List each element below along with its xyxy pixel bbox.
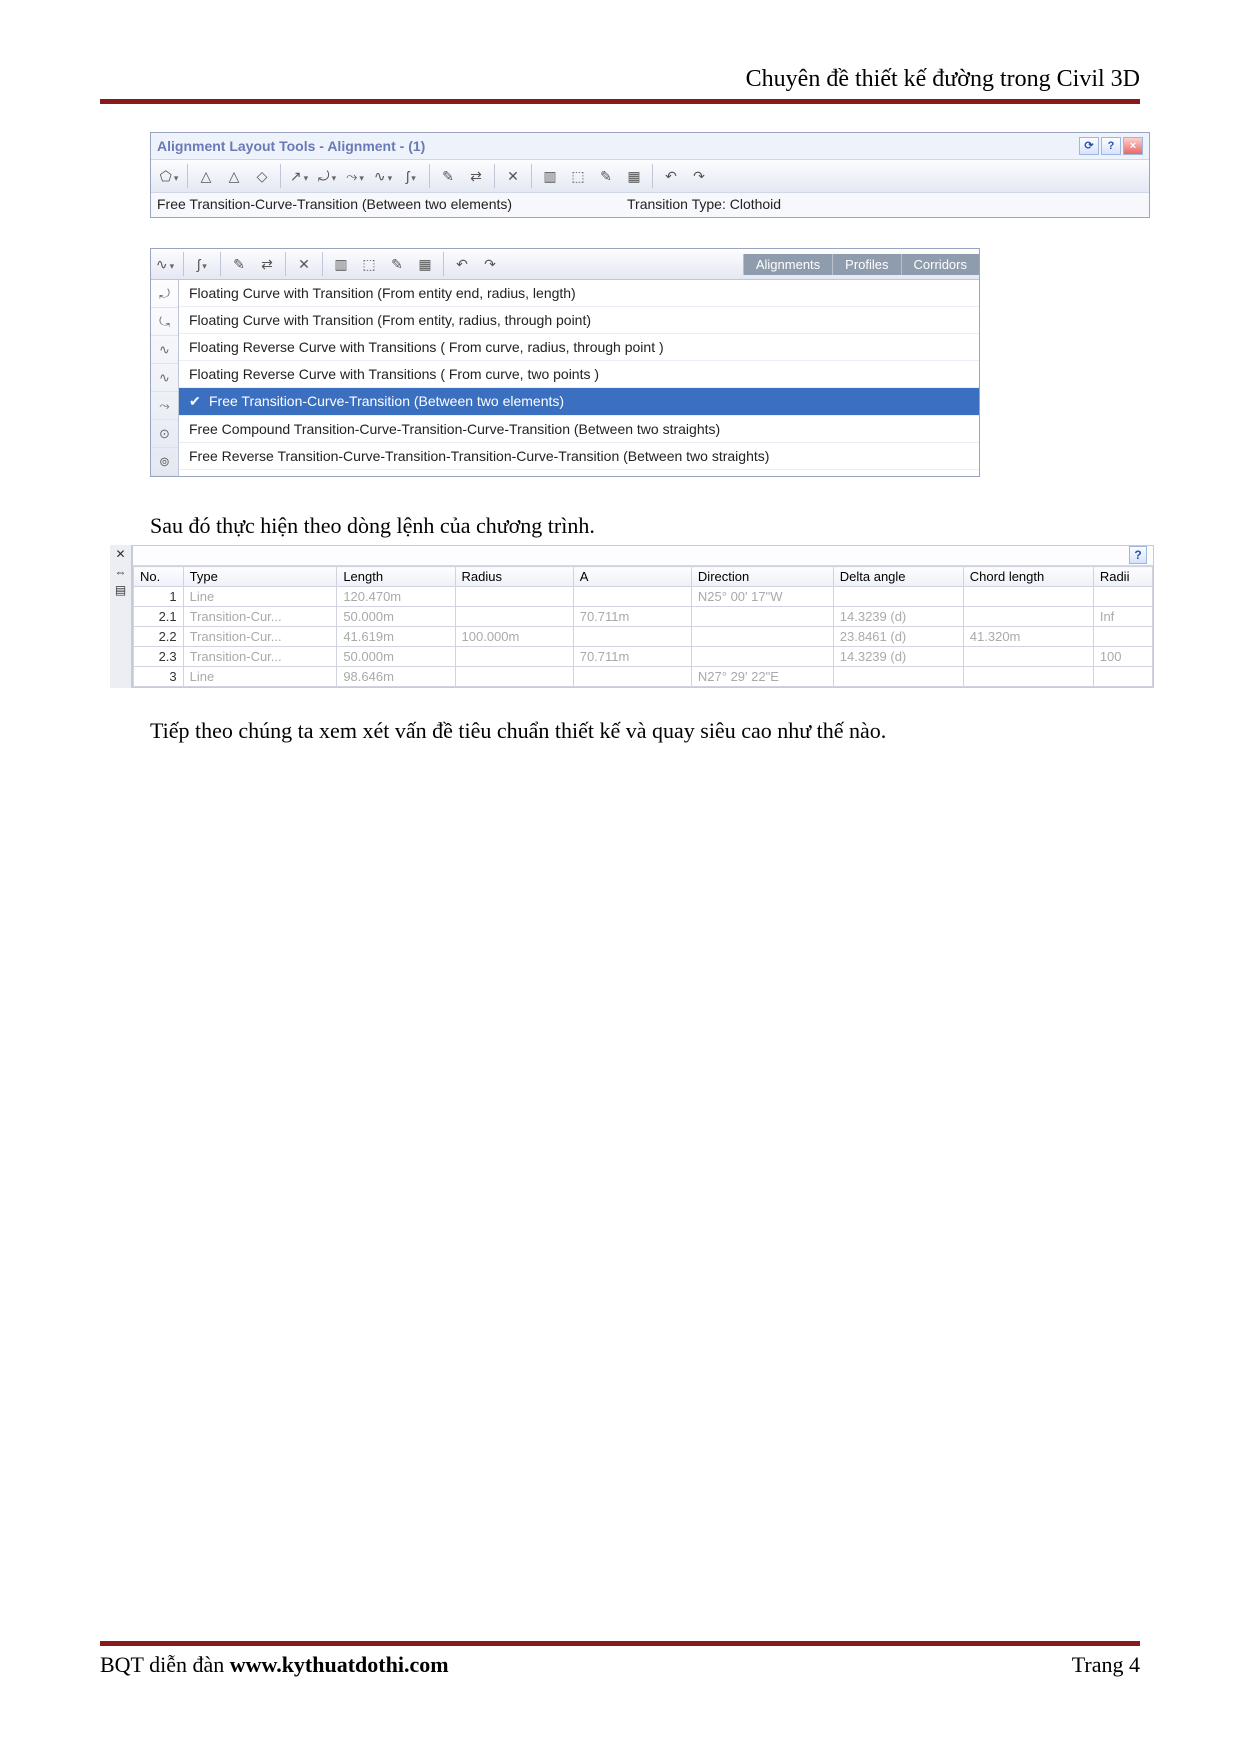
dropdown-item-label: Floating Reverse Curve with Transitions … <box>189 366 599 382</box>
body-text-2: Tiếp theo chúng ta xem xét vấn đề tiêu c… <box>150 718 1140 744</box>
table-header[interactable]: Radii <box>1093 567 1152 587</box>
table-header[interactable]: Type <box>183 567 337 587</box>
alignment-grid: ✕ ⇔ ▤ ? No.TypeLengthRadiusADirectionDel… <box>110 545 1154 688</box>
footer-link[interactable]: www.kythuatdothi.com <box>230 1652 449 1677</box>
dropdown-item-label: Floating Curve with Transition (From ent… <box>189 285 576 301</box>
dropdown-item-label: Free Compound Transition-Curve-Transitio… <box>189 421 720 437</box>
table-header[interactable]: A <box>573 567 691 587</box>
resize-icon[interactable]: ⇔ <box>115 565 127 579</box>
table-row[interactable]: 2.1Transition-Cur...50.000m70.711m14.323… <box>134 607 1153 627</box>
float-curve-through-icon: ⤿ <box>151 308 178 336</box>
undo-icon[interactable]: ↶ <box>659 164 683 188</box>
table-row[interactable]: 2.3Transition-Cur...50.000m70.711m14.323… <box>134 647 1153 667</box>
line-tool-icon[interactable]: ↗ <box>287 164 311 188</box>
dropdown-item-label: Floating Curve with Transition (From ent… <box>189 312 591 328</box>
conv-icon[interactable]: ⇄ <box>255 252 279 276</box>
tangent-icon[interactable]: △ <box>194 164 218 188</box>
tab-corridors[interactable]: Corridors <box>901 254 979 275</box>
data-table: No.TypeLengthRadiusADirectionDelta angle… <box>133 566 1153 687</box>
redo-icon[interactable]: ↷ <box>687 164 711 188</box>
refresh-icon[interactable]: ⟳ <box>1079 137 1099 155</box>
table-header[interactable]: Radius <box>455 567 573 587</box>
undo-icon[interactable]: ↶ <box>450 252 474 276</box>
align-tool-icon[interactable]: ⬠ <box>157 164 181 188</box>
select-icon[interactable]: ⬚ <box>566 164 590 188</box>
dropdown-item[interactable]: Floating Reverse Curve with Transitions … <box>179 334 979 361</box>
free-reverse-icon: ⊚ <box>151 448 178 476</box>
dropdown-item-label: Free Reverse Transition-Curve-Transition… <box>189 448 769 464</box>
tangent-del-icon[interactable]: △ <box>222 164 246 188</box>
dropdown-item-label: Free Transition-Curve-Transition (Betwee… <box>209 393 564 409</box>
edit-icon[interactable]: ✎ <box>594 164 618 188</box>
pi-icon[interactable]: ◇ <box>250 164 274 188</box>
spiral-arc-icon[interactable]: ⤳ <box>343 164 367 188</box>
dropdown-item-label: Floating Reverse Curve with Transitions … <box>189 339 664 355</box>
dropdown-item[interactable]: Floating Curve with Transition (From ent… <box>179 280 979 307</box>
panel-icon[interactable]: ▤ <box>115 583 126 597</box>
grid-icon[interactable]: ▥ <box>329 252 353 276</box>
table-header[interactable]: No. <box>134 567 184 587</box>
dropdown-item[interactable]: Floating Reverse Curve with Transitions … <box>179 361 979 388</box>
edit-icon[interactable]: ✎ <box>385 252 409 276</box>
status-right: Transition Type: Clothoid <box>627 196 1143 212</box>
free-compound-icon: ⊙ <box>151 420 178 448</box>
panorama-icon[interactable]: ▦ <box>622 164 646 188</box>
help-icon[interactable]: ? <box>1129 546 1147 564</box>
dropdown-list: Floating Curve with Transition (From ent… <box>179 280 979 476</box>
rev-curve-icon[interactable]: ∿ <box>371 164 395 188</box>
redo-icon[interactable]: ↷ <box>478 252 502 276</box>
table-header[interactable]: Direction <box>691 567 833 587</box>
footer-left: BQT diễn đàn www.kythuatdothi.com <box>100 1652 449 1678</box>
free-tct-icon: ⤳ <box>151 392 178 420</box>
table-row[interactable]: 2.2Transition-Cur...41.619m100.000m23.84… <box>134 627 1153 647</box>
delete-sub-icon[interactable]: ✕ <box>292 252 316 276</box>
toolbar-title: Alignment Layout Tools - Alignment - (1) <box>157 138 425 154</box>
help-icon[interactable]: ? <box>1101 137 1121 155</box>
dropdown-item[interactable]: Floating Curve with Transition (From ent… <box>179 307 979 334</box>
tab-alignments[interactable]: Alignments <box>743 254 832 275</box>
curve-dropdown: ∿ ʃ ✎ ⇄ ✕ ▥ ⬚ ✎ ▦ ↶ ↷ Alignments Profile… <box>150 248 980 477</box>
alignment-toolbar: Alignment Layout Tools - Alignment - (1)… <box>150 132 1150 218</box>
page-header: Chuyên đề thiết kế đường trong Civil 3D <box>100 66 1140 104</box>
dropdown-iconcol: ⤾ ⤿ ∿ ∿ ⤳ ⊙ ⊚ <box>151 280 179 476</box>
table-header[interactable]: Delta angle <box>833 567 963 587</box>
status-left: Free Transition-Curve-Transition (Betwee… <box>157 196 627 212</box>
pvi-icon[interactable]: ✎ <box>227 252 251 276</box>
select-icon[interactable]: ⬚ <box>357 252 381 276</box>
close-icon[interactable]: × <box>1123 137 1143 155</box>
spiral-tool-icon[interactable]: ʃ <box>190 252 214 276</box>
arc-tool-icon[interactable]: ⤾ <box>315 164 339 188</box>
grid-icon[interactable]: ▥ <box>538 164 562 188</box>
dropdown-item[interactable]: Free Reverse Transition-Curve-Transition… <box>179 443 979 470</box>
float-rev-radius-icon: ∿ <box>151 336 178 364</box>
close-icon[interactable]: ✕ <box>115 547 125 561</box>
body-text-1: Sau đó thực hiện theo dòng lệnh của chươ… <box>150 513 1140 539</box>
float-curve-end-icon: ⤾ <box>151 280 178 308</box>
footer-right: Trang 4 <box>1072 1652 1140 1678</box>
check-icon: ✔ <box>189 393 203 410</box>
pvi-icon[interactable]: ✎ <box>436 164 460 188</box>
conv-icon[interactable]: ⇄ <box>464 164 488 188</box>
delete-sub-icon[interactable]: ✕ <box>501 164 525 188</box>
rev-curve-icon[interactable]: ∿ <box>153 252 177 276</box>
panorama-icon[interactable]: ▦ <box>413 252 437 276</box>
dropdown-item[interactable]: Free Compound Transition-Curve-Transitio… <box>179 416 979 443</box>
table-header[interactable]: Length <box>337 567 455 587</box>
table-row[interactable]: 3Line98.646mN27° 29' 22"E <box>134 667 1153 687</box>
table-header[interactable]: Chord length <box>963 567 1093 587</box>
dropdown-item[interactable]: ✔ Free Transition-Curve-Transition (Betwe… <box>179 388 979 416</box>
tab-profiles[interactable]: Profiles <box>832 254 900 275</box>
float-rev-points-icon: ∿ <box>151 364 178 392</box>
table-row[interactable]: 1Line120.470mN25° 00' 17"W <box>134 587 1153 607</box>
toolbar-icons: ⬠ △ △ ◇ ↗ ⤾ ⤳ ∿ ʃ ✎ ⇄ ✕ ▥ ⬚ ✎ ▦ ↶ ↷ <box>151 159 1149 193</box>
spiral-tool-icon[interactable]: ʃ <box>399 164 423 188</box>
